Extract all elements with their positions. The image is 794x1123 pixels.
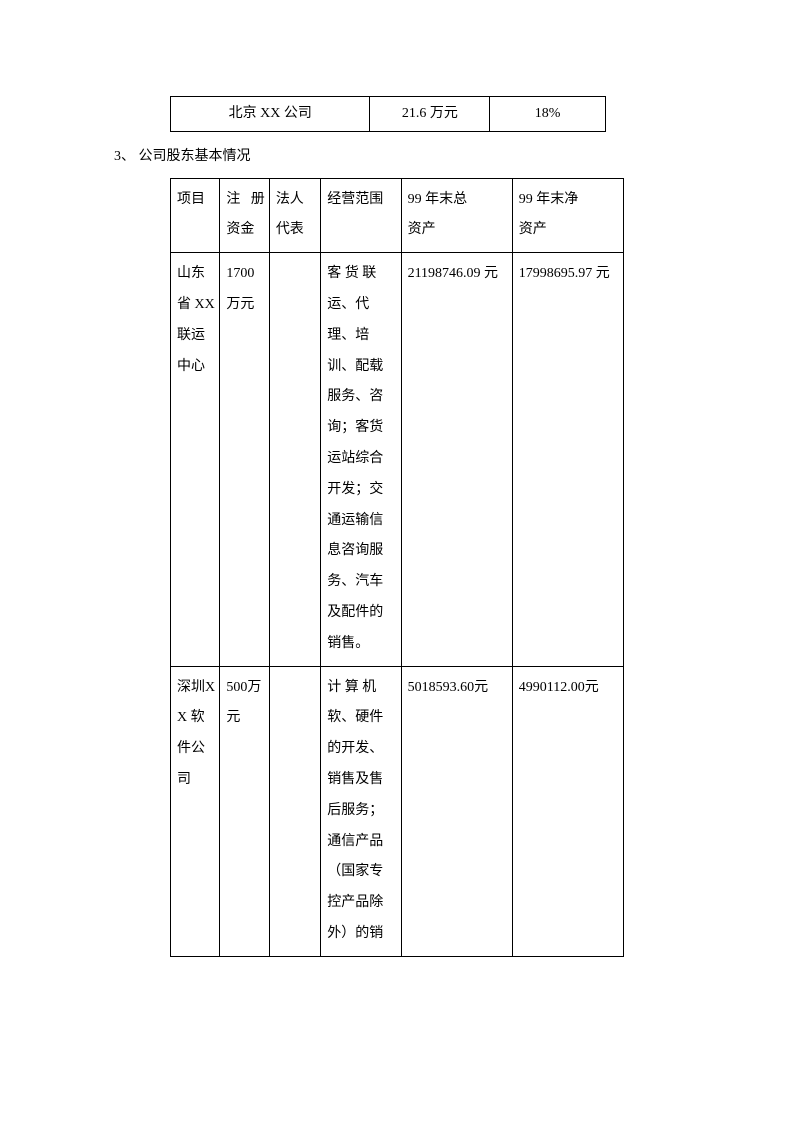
shareholder-table: 项目 注 册 资金 法人代表 经营范围 99 年末总 资产 99 年末净 资产 … xyxy=(170,178,624,957)
cell-scope: 计 算 机软、硬件的开发、销售及售后服务；通信产品（国家专控产品除外）的销 xyxy=(321,666,401,956)
cell-project: 深圳XX 软件公司 xyxy=(171,666,220,956)
cell-capital: 1700万元 xyxy=(220,253,269,666)
header-net-assets: 99 年末净 资产 xyxy=(512,178,623,253)
cell-project: 山东省 XX联运中心 xyxy=(171,253,220,666)
cell-capital: 500万元 xyxy=(220,666,269,956)
summary-table: 北京 XX 公司 21.6 万元 18% xyxy=(170,96,606,132)
company-cell: 北京 XX 公司 xyxy=(171,97,370,132)
cell-net-assets: 17998695.97 元 xyxy=(512,253,623,666)
table-header-row: 项目 注 册 资金 法人代表 经营范围 99 年末总 资产 99 年末净 资产 xyxy=(171,178,624,253)
percent-cell: 18% xyxy=(490,97,606,132)
cell-legal xyxy=(269,253,320,666)
cell-legal xyxy=(269,666,320,956)
amount-cell: 21.6 万元 xyxy=(370,97,490,132)
header-project: 项目 xyxy=(171,178,220,253)
table-row: 山东省 XX联运中心 1700万元 客 货 联运、代理、培训、配载服务、咨询；客… xyxy=(171,253,624,666)
section-heading: 3、 公司股东基本情况 xyxy=(114,144,680,169)
table-row: 深圳XX 软件公司 500万元 计 算 机软、硬件的开发、销售及售后服务；通信产… xyxy=(171,666,624,956)
cell-scope: 客 货 联运、代理、培训、配载服务、咨询；客货运站综合开发；交通运输信息咨询服务… xyxy=(321,253,401,666)
cell-total-assets: 21198746.09 元 xyxy=(401,253,512,666)
cell-net-assets: 4990112.00元 xyxy=(512,666,623,956)
header-scope: 经营范围 xyxy=(321,178,401,253)
header-total-assets: 99 年末总 资产 xyxy=(401,178,512,253)
header-legal: 法人代表 xyxy=(269,178,320,253)
cell-total-assets: 5018593.60元 xyxy=(401,666,512,956)
table-row: 北京 XX 公司 21.6 万元 18% xyxy=(171,97,606,132)
header-capital: 注 册 资金 xyxy=(220,178,269,253)
